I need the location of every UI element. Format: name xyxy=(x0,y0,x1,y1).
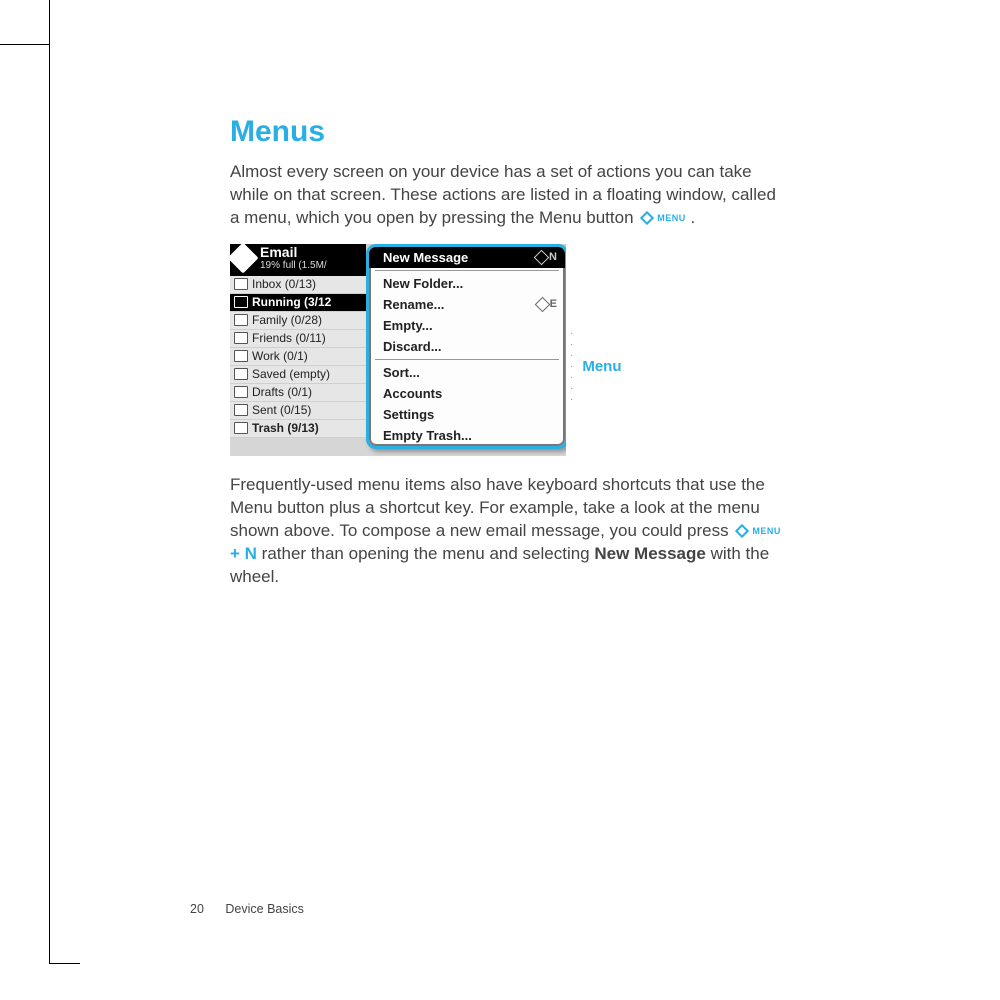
page-content: Menus Almost every screen on your device… xyxy=(230,115,790,603)
context-menu: New Message N New Folder... Rename... E Empty… xyxy=(366,244,566,449)
app-header: Email 19% full (1.5M/ xyxy=(230,244,366,276)
folder-icon xyxy=(234,404,248,416)
folder-row: Inbox (0/13) xyxy=(230,276,366,294)
menu-item-label: Sort... xyxy=(383,365,420,380)
folder-label: Trash (9/13) xyxy=(252,420,319,437)
menu-item: New Message N xyxy=(369,247,565,268)
page-number: 20 xyxy=(190,902,204,916)
menu-item: Sort... xyxy=(369,362,565,383)
menu-shortcut: E xyxy=(537,298,557,310)
folder-label: Sent (0/15) xyxy=(252,402,311,419)
app-title: Email xyxy=(260,244,297,260)
menu-item: Empty... xyxy=(369,315,565,336)
menu-shortcut-key: E xyxy=(550,298,557,310)
menu-item-label: Empty Trash... xyxy=(383,428,472,443)
menu-item: Discard... xyxy=(369,336,565,357)
menu-item: Settings xyxy=(369,404,565,425)
menu-item-label: Rename... xyxy=(383,297,444,312)
diamond-icon xyxy=(640,211,654,225)
menu-item-label: Discard... xyxy=(383,339,442,354)
crop-mark-bottom xyxy=(50,963,80,964)
folder-row: Friends (0/11) xyxy=(230,330,366,348)
menu-item: Rename... E xyxy=(369,294,565,315)
app-subtitle: 19% full (1.5M/ xyxy=(260,260,327,271)
folder-row: Saved (empty) xyxy=(230,366,366,384)
menu-callout: · · · · · · · Menu xyxy=(570,328,622,405)
folder-icon xyxy=(234,422,248,434)
folder-label: Saved (empty) xyxy=(252,366,330,383)
callout-label: Menu xyxy=(582,358,621,375)
menu-label-inline: MENU xyxy=(657,213,686,223)
page-title: Menus xyxy=(230,115,790,149)
menu-item-label: New Folder... xyxy=(383,276,463,291)
diamond-icon xyxy=(534,297,550,313)
folder-label: Friends (0/11) xyxy=(252,330,326,347)
diamond-icon xyxy=(534,250,550,266)
callout-dots: · · · · · · · xyxy=(570,328,576,405)
folder-label: Work (0/1) xyxy=(252,348,308,365)
period: . xyxy=(691,208,696,227)
shortcut-key: + N xyxy=(230,544,257,563)
folder-row: Drafts (0/1) xyxy=(230,384,366,402)
folder-label: Inbox (0/13) xyxy=(252,276,316,293)
menu-item: Empty Trash... xyxy=(369,425,565,446)
folder-label: Running (3/12 xyxy=(252,294,331,311)
app-icon xyxy=(230,244,259,274)
folder-icon xyxy=(234,386,248,398)
figure: Email 19% full (1.5M/ Inbox (0/13)Runnin… xyxy=(230,244,566,456)
shortcut-paragraph: Frequently-used menu items also have key… xyxy=(230,474,790,589)
para2-b: rather than opening the menu and selecti… xyxy=(262,544,595,563)
menu-shortcut-key: N xyxy=(549,251,557,263)
new-message-bold: New Message xyxy=(594,544,706,563)
folder-icon xyxy=(234,296,248,308)
menu-item-label: Accounts xyxy=(383,386,442,401)
folder-list: Inbox (0/13)Running (3/12Family (0/28)Fr… xyxy=(230,276,366,438)
folder-row: Trash (9/13) xyxy=(230,420,366,438)
intro-paragraph: Almost every screen on your device has a… xyxy=(230,161,790,230)
menu-separator xyxy=(375,359,559,360)
folder-icon xyxy=(234,314,248,326)
folder-row: Work (0/1) xyxy=(230,348,366,366)
folder-row: Family (0/28) xyxy=(230,312,366,330)
menu-item: New Folder... xyxy=(369,273,565,294)
folder-label: Family (0/28) xyxy=(252,312,322,329)
menu-item-label: Settings xyxy=(383,407,434,422)
device-screenshot: Email 19% full (1.5M/ Inbox (0/13)Runnin… xyxy=(230,244,566,456)
menu-label-inline: MENU xyxy=(752,526,781,536)
folder-row: Running (3/12 xyxy=(230,294,366,312)
folder-icon xyxy=(234,278,248,290)
section-name: Device Basics xyxy=(225,902,304,916)
folder-icon xyxy=(234,368,248,380)
diamond-icon xyxy=(735,524,749,538)
menu-shortcut: N xyxy=(536,251,557,263)
folder-label: Drafts (0/1) xyxy=(252,384,312,401)
folder-icon xyxy=(234,350,248,362)
folder-row: Sent (0/15) xyxy=(230,402,366,420)
crop-mark-top xyxy=(0,0,50,45)
menu-item-label: New Message xyxy=(383,250,468,265)
page-footer: 20 Device Basics xyxy=(190,902,304,916)
menu-separator xyxy=(375,270,559,271)
para2-a: Frequently-used menu items also have key… xyxy=(230,475,765,540)
menu-item: Accounts xyxy=(369,383,565,404)
folder-icon xyxy=(234,332,248,344)
menu-item-label: Empty... xyxy=(383,318,433,333)
